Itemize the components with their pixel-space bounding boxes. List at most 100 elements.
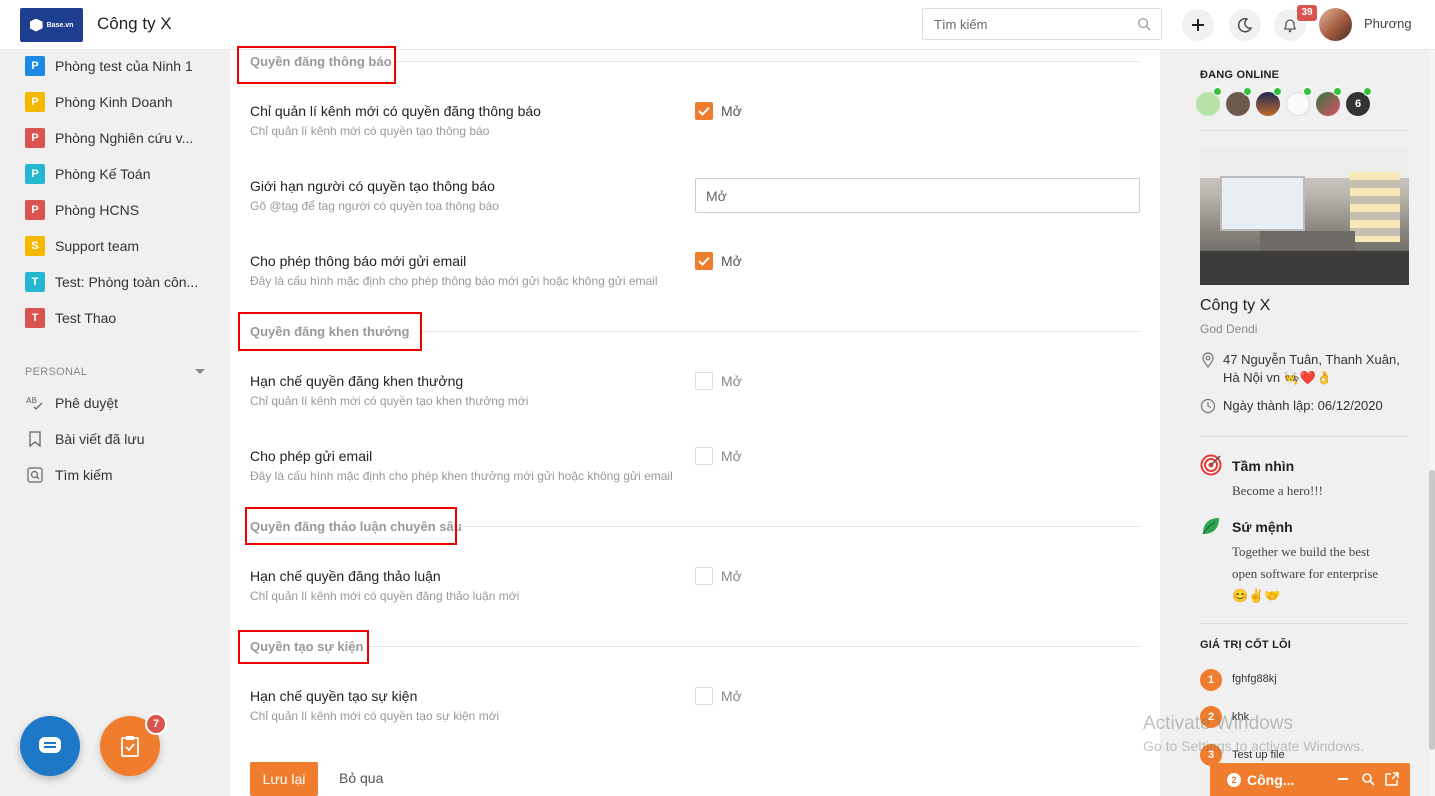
sidebar-group-item[interactable]: T Test Thao (25, 308, 116, 328)
setting-title: Chỉ quản lí kênh mới có quyền đăng thông… (250, 103, 541, 119)
user-avatar[interactable] (1319, 8, 1352, 41)
sidebar-item-approval[interactable]: AB Phê duyệt (25, 393, 118, 413)
sidebar-item-label: Bài viết đã lưu (55, 431, 145, 447)
collapse-caret-icon[interactable] (195, 369, 205, 374)
check-icon (698, 106, 710, 116)
setting-checkbox[interactable] (695, 372, 713, 390)
setting-checkbox[interactable] (695, 252, 713, 270)
company-address-line1: 47 Nguyễn Tuân, Thanh Xuân, (1223, 352, 1400, 367)
chat-window-title: Công... (1247, 772, 1295, 788)
dark-mode-button[interactable] (1229, 9, 1261, 41)
setting-title: Giới hạn người có quyền tạo thông báo (250, 178, 495, 194)
setting-checkbox[interactable] (695, 567, 713, 585)
left-sidebar: P Phòng test của Ninh 1 P Phòng Kinh Doa… (0, 50, 230, 796)
sidebar-item-search[interactable]: Tìm kiếm (25, 465, 113, 485)
cover-desk (1260, 231, 1355, 253)
section-divider (396, 61, 1140, 62)
sidebar-group-item[interactable]: T Test: Phòng toàn côn... (25, 272, 198, 292)
setting-description: Chỉ quản lí kênh mới có quyền tạo khen t… (250, 394, 529, 408)
online-status-dot (1363, 87, 1372, 96)
clipboard-check-icon (121, 736, 139, 757)
setting-description: Đây là cấu hình mặc định cho phép thông … (250, 274, 658, 288)
chat-window-bar[interactable]: 2 Công... (1210, 763, 1410, 796)
setting-title: Hạn chế quyền đăng thảo luận (250, 568, 441, 584)
top-header: Base.vn Công ty X 39 Phương (0, 0, 1435, 50)
sidebar-group-item[interactable]: P Phòng Nghiên cứu v... (25, 128, 193, 148)
moon-icon (1237, 18, 1253, 33)
base-logo[interactable]: Base.vn (20, 8, 83, 42)
location-pin-icon (1202, 352, 1214, 368)
group-badge: P (25, 128, 45, 148)
bell-icon (1284, 19, 1296, 33)
checkbox-label[interactable]: Mở (721, 448, 742, 464)
sidebar-item-label: Tìm kiếm (55, 467, 113, 483)
core-value-label[interactable]: fghfg88kj (1232, 673, 1277, 685)
highlight-box (237, 46, 396, 84)
sidebar-item-saved-posts[interactable]: Bài viết đã lưu (25, 429, 145, 449)
add-button[interactable] (1182, 9, 1214, 41)
skip-button[interactable]: Bỏ qua (339, 770, 383, 786)
divider (1200, 623, 1409, 624)
company-subtitle: God Dendi (1200, 322, 1258, 336)
mission-title: Sứ mệnh (1232, 519, 1293, 535)
leaf-icon (1202, 518, 1219, 535)
checkbox-label[interactable]: Mở (721, 103, 742, 119)
online-status-dot (1243, 87, 1252, 96)
search-box-icon (25, 465, 45, 485)
save-button[interactable]: Lưu lại (250, 762, 318, 796)
setting-description: Gõ @tag để tag người có quyền tọa thông … (250, 199, 499, 213)
search-icon[interactable] (1137, 17, 1151, 31)
clock-icon (1200, 398, 1216, 414)
sidebar-group-item[interactable]: P Phòng HCNS (25, 200, 139, 220)
check-icon (698, 256, 710, 266)
sidebar-group-item[interactable]: P Phòng Kế Toán (25, 164, 151, 184)
sidebar-item-label: Phê duyệt (55, 395, 119, 411)
company-address-line2: Hà Nội vn 🧑‍🍳❤️👌 (1223, 370, 1333, 385)
user-name[interactable]: Phương (1364, 16, 1412, 31)
windows-watermark-title: Activate Windows (1143, 713, 1293, 734)
highlight-box (245, 507, 457, 545)
spellcheck-icon: AB (25, 393, 45, 413)
search-box[interactable] (922, 8, 1162, 40)
company-title[interactable]: Công ty X (97, 14, 172, 34)
sidebar-group-item[interactable]: P Phòng Kinh Doanh (25, 92, 173, 112)
divider (1200, 130, 1409, 131)
expand-icon[interactable] (1385, 772, 1399, 786)
group-label: Phòng Nghiên cứu v... (55, 130, 194, 146)
notification-count-badge: 39 (1297, 5, 1317, 21)
group-label: Test: Phòng toàn côn... (55, 274, 199, 290)
right-panel: ĐANG ONLINE 6 Công ty X God Dendi 47 Ngu… (1180, 50, 1429, 796)
chat-count-badge: 2 (1227, 773, 1241, 787)
online-status-dot (1303, 87, 1312, 96)
svg-text:AB: AB (26, 396, 37, 405)
cover-window (1220, 176, 1305, 231)
checkbox-label[interactable]: Mở (721, 253, 742, 269)
checkbox-label[interactable]: Mở (721, 688, 742, 704)
scrollbar-thumb[interactable] (1429, 470, 1435, 750)
limit-users-input[interactable] (695, 178, 1140, 213)
sidebar-group-item[interactable]: P Phòng test của Ninh 1 (25, 56, 193, 76)
checkbox-label[interactable]: Mở (721, 568, 742, 584)
setting-checkbox[interactable] (695, 687, 713, 705)
search-input[interactable] (923, 9, 1123, 39)
minimize-icon[interactable] (1336, 772, 1350, 786)
group-label: Test Thao (55, 310, 117, 326)
group-label: Phòng Kế Toán (55, 166, 151, 182)
target-icon (1200, 454, 1222, 476)
cover-shelf (1350, 172, 1400, 242)
checkbox-label[interactable]: Mở (721, 373, 742, 389)
group-badge: P (25, 92, 45, 112)
group-label: Phòng Kinh Doanh (55, 94, 173, 110)
logo-text: Base.vn (46, 21, 74, 29)
group-badge: P (25, 200, 45, 220)
chat-search-icon[interactable] (1361, 772, 1375, 786)
chat-fab-button[interactable] (20, 716, 80, 776)
logo-hex-icon (29, 18, 43, 32)
setting-checkbox[interactable] (695, 102, 713, 120)
group-label: Support team (55, 238, 140, 254)
section-divider (421, 331, 1140, 332)
core-values-header: GIÁ TRỊ CỐT LÕI (1200, 639, 1291, 651)
sidebar-group-item[interactable]: S Support team (25, 236, 139, 256)
setting-checkbox[interactable] (695, 447, 713, 465)
group-badge: P (25, 164, 45, 184)
